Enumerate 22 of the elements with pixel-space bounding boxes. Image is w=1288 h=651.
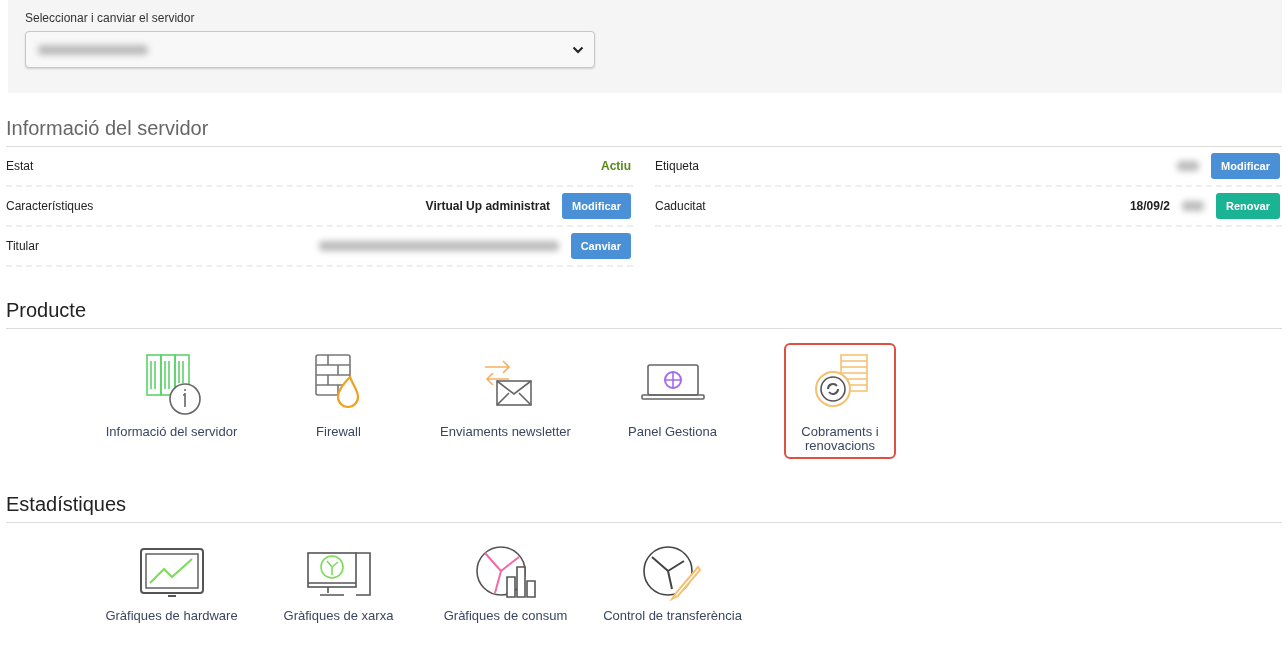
product-link[interactable]: Firewall — [316, 425, 361, 439]
stats-link[interactable]: Gràfiques de hardware — [105, 609, 238, 623]
section-heading: Producte — [6, 291, 1282, 329]
product-link[interactable]: Informació del servidor — [105, 425, 238, 439]
section-heading: Informació del servidor — [6, 109, 1282, 147]
field-label: Estat — [6, 159, 34, 173]
field-value: Actiu — [601, 159, 631, 173]
product-link[interactable]: Panel Gestiona — [628, 425, 717, 439]
field-value: Virtual Up administrat — [425, 199, 551, 213]
stats-link[interactable]: Gràfiques de consum — [443, 609, 568, 623]
chevron-down-icon — [572, 45, 584, 54]
field-value: 18/09/2 — [1129, 199, 1170, 213]
field-label: Etiqueta — [655, 159, 700, 173]
field-label: Característiques — [6, 199, 94, 213]
product-link[interactable]: Enviaments newsletter — [440, 425, 571, 439]
product-tile[interactable]: Cobraments i renovacions — [784, 343, 896, 459]
field-label: Titular — [6, 239, 39, 253]
stats-link[interactable]: Gràfiques de xarxa — [283, 609, 394, 623]
server-select-label: Seleccionar i canviar el servidor — [25, 11, 196, 25]
stats-link[interactable]: Control de transferència — [603, 609, 742, 623]
section-heading: Estadístiques — [6, 485, 1282, 523]
field-label: Caducitat — [655, 199, 706, 213]
